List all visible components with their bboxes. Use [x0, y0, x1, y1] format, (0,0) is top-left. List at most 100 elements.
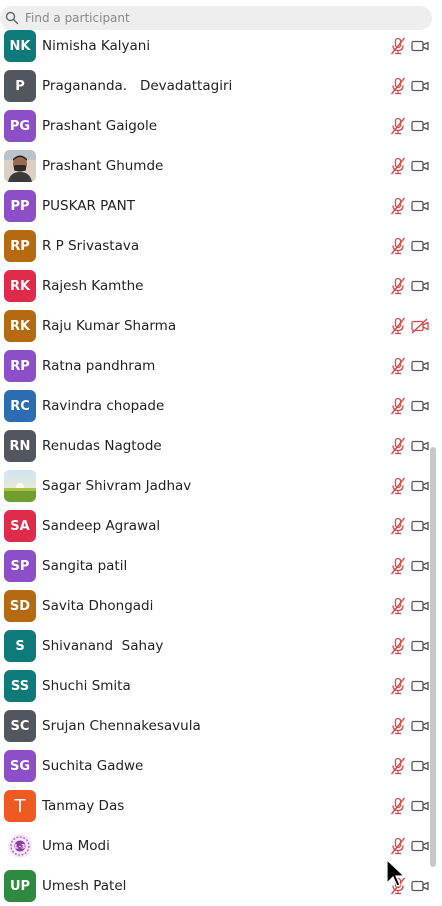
- avatar-initials: RC: [10, 398, 30, 414]
- participant-row[interactable]: RP R P Srivastava: [0, 226, 430, 266]
- video-camera-icon[interactable]: [411, 598, 429, 614]
- participant-row[interactable]: PG Prashant Gaigole: [0, 106, 430, 146]
- avatar: SS: [4, 670, 36, 702]
- participant-row[interactable]: Prashant Ghumde: [0, 146, 430, 186]
- video-camera-icon[interactable]: [411, 358, 429, 374]
- mic-muted-icon[interactable]: [388, 36, 408, 56]
- participant-row[interactable]: NK Nimisha Kalyani: [0, 26, 430, 66]
- participant-name: Ratna pandhram: [42, 358, 156, 374]
- video-camera-icon[interactable]: [411, 718, 429, 734]
- video-camera-icon[interactable]: [411, 878, 429, 894]
- mic-muted-icon[interactable]: [388, 756, 408, 776]
- participant-name: Sangita patil: [42, 558, 128, 574]
- video-camera-icon[interactable]: [411, 838, 429, 854]
- video-camera-icon[interactable]: [411, 758, 429, 774]
- avatar-initials: SG: [9, 758, 31, 774]
- video-camera-icon[interactable]: [411, 398, 429, 414]
- avatar: SG: [4, 750, 36, 782]
- participant-name: Nimisha Kalyani: [42, 38, 151, 54]
- avatar: RP: [4, 230, 36, 262]
- avatar-initials: P: [15, 78, 25, 94]
- participant-row[interactable]: SD Savita Dhongadi: [0, 586, 430, 626]
- participant-row[interactable]: RC Ravindra chopade: [0, 386, 430, 426]
- video-camera-icon[interactable]: [411, 118, 429, 134]
- video-camera-icon[interactable]: [411, 78, 429, 94]
- participant-row[interactable]: S Shivanand Sahay: [0, 626, 430, 666]
- avatar-initials: RK: [9, 278, 31, 294]
- participant-row[interactable]: SP Sangita patil: [0, 546, 430, 586]
- participant-row[interactable]: T Tanmay Das: [0, 786, 430, 826]
- video-camera-icon[interactable]: [411, 558, 429, 574]
- avatar-initials: T: [14, 795, 26, 817]
- participant-row[interactable]: RK Rajesh Kamthe: [0, 266, 430, 306]
- participant-row[interactable]: SC Srujan Chennakesavula: [0, 706, 430, 746]
- mic-muted-icon[interactable]: [388, 636, 408, 656]
- participant-name: PUSKAR PANT: [42, 198, 135, 214]
- participant-name: Suchita Gadwe: [42, 758, 144, 774]
- video-camera-icon[interactable]: [411, 198, 429, 214]
- participant-row[interactable]: PP PUSKAR PANT: [0, 186, 430, 226]
- avatar-initials: RK: [9, 318, 31, 334]
- video-camera-icon[interactable]: [411, 638, 429, 654]
- avatar: RK: [4, 310, 36, 342]
- video-camera-icon[interactable]: [411, 518, 429, 534]
- participant-row[interactable]: RK Raju Kumar Sharma: [0, 306, 430, 346]
- video-off-icon[interactable]: [411, 318, 429, 334]
- avatar-initials: RP: [10, 238, 30, 254]
- participant-row[interactable]: Sagar Shivram Jadhav: [0, 466, 430, 506]
- mic-muted-icon[interactable]: [388, 516, 408, 536]
- video-camera-icon[interactable]: [411, 278, 429, 294]
- mic-muted-icon[interactable]: [388, 596, 408, 616]
- mic-muted-icon[interactable]: [388, 316, 408, 336]
- participant-row[interactable]: SA Sandeep Agrawal: [0, 506, 430, 546]
- participant-name: Sandeep Agrawal: [42, 518, 161, 534]
- scrollbar-thumb[interactable]: [430, 447, 436, 867]
- mic-muted-icon[interactable]: [388, 156, 408, 176]
- avatar: RP: [4, 350, 36, 382]
- mic-muted-icon[interactable]: [388, 116, 408, 136]
- participant-row[interactable]: RN Renudas Nagtode: [0, 426, 430, 466]
- avatar-initials: NK: [9, 38, 31, 54]
- mic-muted-icon[interactable]: [388, 356, 408, 376]
- mic-muted-icon[interactable]: [388, 196, 408, 216]
- avatar: SC: [4, 710, 36, 742]
- video-camera-icon[interactable]: [411, 158, 429, 174]
- mic-muted-icon[interactable]: [388, 396, 408, 416]
- mic-muted-icon[interactable]: [388, 236, 408, 256]
- video-camera-icon[interactable]: [411, 438, 429, 454]
- mic-muted-icon[interactable]: [388, 436, 408, 456]
- participant-row[interactable]: UP Umesh Patel: [0, 866, 430, 906]
- mic-muted-icon[interactable]: [388, 476, 408, 496]
- mic-muted-icon[interactable]: [388, 76, 408, 96]
- participant-row[interactable]: L-3 Uma Modi: [0, 826, 430, 866]
- participant-name: Ravindra chopade: [42, 398, 165, 414]
- participant-name: Savita Dhongadi: [42, 598, 154, 614]
- mic-muted-icon[interactable]: [388, 276, 408, 296]
- mic-muted-icon[interactable]: [388, 556, 408, 576]
- avatar: SA: [4, 510, 36, 542]
- participant-row[interactable]: SS Shuchi Smita: [0, 666, 430, 706]
- participant-name: Sagar Shivram Jadhav: [42, 478, 192, 494]
- participant-name: Shivanand Sahay: [42, 638, 164, 654]
- video-camera-icon[interactable]: [411, 478, 429, 494]
- participant-row[interactable]: SG Suchita Gadwe: [0, 746, 430, 786]
- participant-row[interactable]: P Pragananda. Devadattagiri: [0, 66, 430, 106]
- video-camera-icon[interactable]: [411, 38, 429, 54]
- avatar-initials: SD: [9, 598, 31, 614]
- mic-muted-icon[interactable]: [388, 836, 408, 856]
- avatar: SD: [4, 590, 36, 622]
- avatar: P: [4, 70, 36, 102]
- video-camera-icon[interactable]: [411, 798, 429, 814]
- video-camera-icon[interactable]: [411, 238, 429, 254]
- avatar: NK: [4, 30, 36, 62]
- mouse-cursor-icon: [386, 858, 405, 887]
- mic-muted-icon[interactable]: [388, 716, 408, 736]
- video-camera-icon[interactable]: [411, 678, 429, 694]
- avatar: RC: [4, 390, 36, 422]
- mic-muted-icon[interactable]: [388, 796, 408, 816]
- participant-row[interactable]: RP Ratna pandhram: [0, 346, 430, 386]
- search-input[interactable]: [25, 11, 405, 25]
- avatar: L-3: [4, 830, 36, 862]
- mic-muted-icon[interactable]: [388, 676, 408, 696]
- avatar: T: [4, 790, 36, 822]
